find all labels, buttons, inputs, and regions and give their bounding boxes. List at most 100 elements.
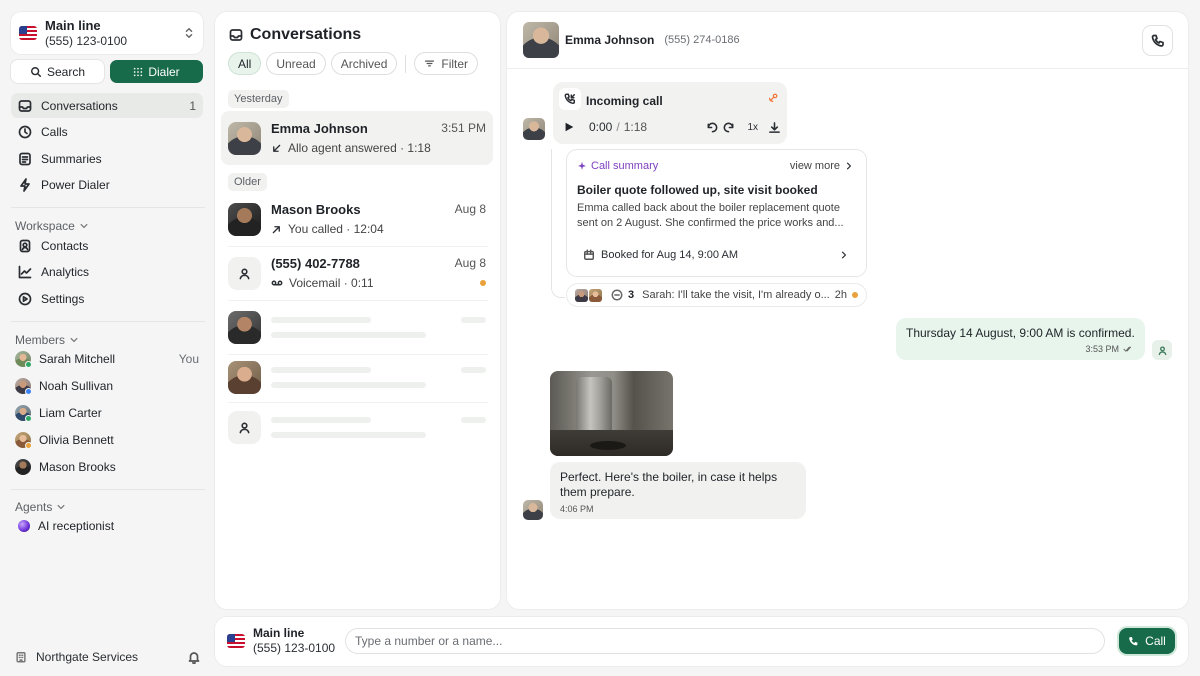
call-title: Incoming call (586, 94, 663, 108)
filter-unread[interactable]: Unread (266, 52, 326, 75)
nav-settings[interactable]: Settings (11, 286, 203, 311)
us-flag-icon (227, 633, 245, 648)
summary-label: Call summary (577, 160, 658, 172)
call-recording-card: Incoming call 0:00 / 1:18 1x (553, 82, 787, 144)
integration-logo-icon (768, 93, 778, 103)
agent-name: AI receptionist (38, 519, 115, 534)
timestamp: 3:51 PM (441, 121, 486, 135)
search-button-label: Search (46, 64, 86, 79)
dial-input[interactable] (345, 628, 1105, 654)
agent-avatar-icon (1152, 340, 1172, 360)
status-dot (25, 388, 32, 396)
sparkle-icon (578, 161, 586, 170)
outbound-line-selector[interactable]: Main line (555) 123-0100 (227, 626, 335, 655)
dialer-button[interactable]: Dialer (110, 60, 203, 83)
playback-position: 0:00 (589, 120, 613, 134)
playback-speed[interactable]: 1x (747, 122, 758, 133)
line-number: (555) 123-0100 (253, 641, 336, 655)
last-activity: You called · 12:04 (288, 222, 384, 236)
agent-ai-receptionist[interactable]: AI receptionist (11, 513, 203, 540)
nav-power-dialer-label: Power Dialer (41, 178, 110, 193)
avatar (15, 351, 32, 369)
member-noah-sullivan[interactable]: Noah Sullivan (11, 373, 203, 400)
filter-button[interactable]: Filter (414, 52, 479, 75)
members-list: Sarah Mitchell You Noah Sullivan Liam Ca… (11, 346, 203, 480)
outgoing-message: Thursday 14 August, 9:00 AM is confirmed… (896, 318, 1145, 360)
dialpad-icon (134, 67, 143, 76)
call-summary-card: Call summary view more Boiler quote foll… (567, 150, 866, 276)
play-icon[interactable] (563, 121, 575, 133)
rewind-10-icon[interactable] (706, 121, 719, 134)
summary-headline: Boiler quote followed up, site visit boo… (577, 183, 818, 197)
members-heading[interactable]: Members (15, 333, 79, 347)
incoming-message: Perfect. Here's the boiler, in case it h… (550, 462, 806, 519)
nav-settings-label: Settings (41, 291, 85, 306)
sender-avatar (523, 118, 545, 140)
sidebar: Main line (555) 123-0100 Search Dialer C… (0, 0, 214, 676)
filter-all[interactable]: All (228, 52, 262, 75)
member-sarah-mitchell[interactable]: Sarah Mitchell You (11, 346, 203, 373)
participant-avatars (575, 288, 602, 302)
avatar (15, 458, 31, 475)
line-number: (555) 123-0100 (45, 34, 128, 48)
nav-contacts[interactable]: Contacts (11, 233, 203, 258)
contact-placeholder-icon (228, 410, 261, 444)
call-button-label: Call (1145, 634, 1166, 648)
double-check-icon (1123, 346, 1132, 352)
member-liam-carter[interactable]: Liam Carter (11, 400, 203, 427)
download-icon[interactable] (768, 121, 781, 134)
nav-calls[interactable]: Calls (11, 120, 203, 145)
timestamp: Aug 8 (454, 256, 486, 270)
booking-row[interactable]: Booked for Aug 14, 9:00 AM (573, 243, 859, 266)
agents-list: AI receptionist (11, 513, 203, 540)
nav-summaries[interactable]: Summaries (11, 146, 203, 171)
view-more-link[interactable]: view more (790, 160, 854, 172)
contact-avatar[interactable] (523, 22, 559, 58)
timestamp: Aug 8 (454, 202, 486, 216)
filter-archived[interactable]: Archived (330, 52, 398, 75)
nav-conversations[interactable]: Conversations 1 (11, 93, 203, 118)
agents-heading[interactable]: Agents (15, 500, 66, 514)
inbox-icon (229, 29, 243, 41)
member-olivia-bennett[interactable]: Olivia Bennett (11, 426, 203, 453)
unread-dot (480, 280, 486, 286)
bell-icon[interactable] (187, 650, 201, 664)
conversation-row-emma-johnson[interactable]: Emma Johnson 3:51 PM Allo agent answered … (221, 111, 493, 165)
member-name: Olivia Bennett (39, 432, 114, 447)
chevron-down-icon (57, 504, 65, 510)
avatar (228, 310, 261, 344)
search-button[interactable]: Search (11, 60, 104, 83)
nav-power-dialer[interactable]: Power Dialer (11, 173, 203, 198)
thread-replies[interactable]: 3 Sarah: I'll take the visit, I'm alread… (567, 284, 866, 306)
group-label-yesterday: Yesterday (228, 90, 289, 108)
chat-panel: Emma Johnson (555) 274-0186 Incoming cal… (507, 12, 1188, 609)
workspace-heading[interactable]: Workspace (15, 219, 89, 233)
settings-icon (18, 292, 32, 306)
org-name[interactable]: Northgate Services (36, 650, 138, 664)
member-mason-brooks[interactable]: Mason Brooks (11, 453, 203, 480)
call-contact-button[interactable] (1143, 26, 1172, 55)
call-button[interactable]: Call (1119, 628, 1175, 654)
conversation-row-loading (221, 400, 493, 454)
divider (11, 489, 205, 490)
ai-orb-icon (18, 520, 30, 533)
nav-contacts-label: Contacts (41, 238, 89, 253)
unread-count: 1 (189, 98, 196, 113)
reply-preview: Sarah: I'll take the visit, I'm already … (642, 289, 830, 301)
lightning-icon (20, 178, 30, 193)
conversation-row-unknown-number[interactable]: (555) 402-7788 Aug 8 Voicemail · 0:11 (221, 246, 493, 300)
line-selector[interactable]: Main line (555) 123-0100 (11, 12, 203, 54)
contact-name[interactable]: Emma Johnson (565, 33, 654, 47)
chevron-right-icon (846, 162, 852, 170)
chevron-up-down-icon (185, 27, 193, 39)
incoming-call-icon (559, 88, 581, 110)
workspace-heading-label: Workspace (15, 219, 75, 233)
panel-title: Conversations (229, 26, 361, 44)
nav-analytics[interactable]: Analytics (11, 260, 203, 285)
unread-dot (852, 292, 858, 298)
attached-photo-boiler[interactable] (550, 371, 673, 456)
divider (11, 207, 205, 208)
calendar-icon (583, 249, 595, 260)
conversation-row-mason-brooks[interactable]: Mason Brooks Aug 8 You called · 12:04 (221, 192, 493, 246)
forward-10-icon[interactable] (722, 121, 735, 134)
